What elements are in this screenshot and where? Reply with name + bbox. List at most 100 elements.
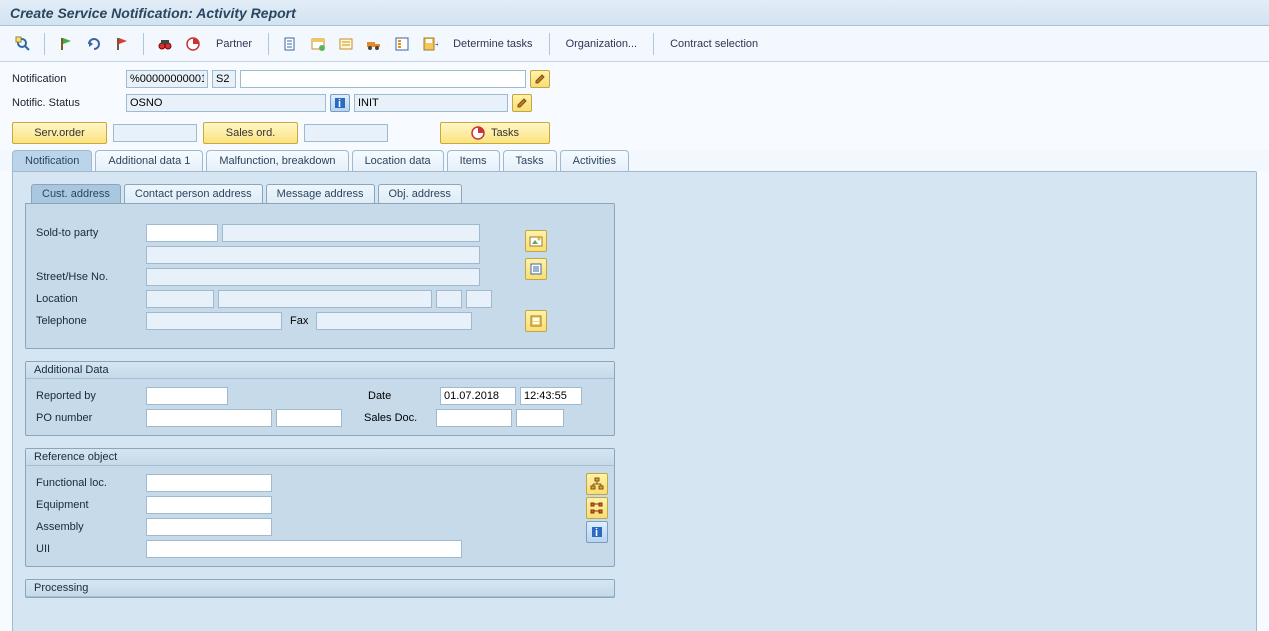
serv-order-button[interactable]: Serv.order: [12, 122, 107, 144]
flag-green-icon[interactable]: [55, 33, 77, 55]
info-blue-icon[interactable]: i: [586, 521, 608, 543]
svg-text:+: +: [435, 39, 438, 51]
processing-group: Processing: [25, 579, 615, 598]
funcloc-label: Functional loc.: [36, 477, 146, 489]
sales-ord-button[interactable]: Sales ord.: [203, 122, 298, 144]
po-number-field[interactable]: [146, 409, 272, 427]
reported-by-label: Reported by: [36, 390, 146, 402]
status-text-field: [354, 94, 508, 112]
separator: [268, 33, 269, 55]
separator: [44, 33, 45, 55]
truck-icon[interactable]: [363, 33, 385, 55]
hierarchy-icon[interactable]: [586, 473, 608, 495]
processing-title: Processing: [26, 580, 614, 597]
separator: [143, 33, 144, 55]
sales-doc-item-field[interactable]: [516, 409, 564, 427]
date-field[interactable]: [440, 387, 516, 405]
info-icon[interactable]: i: [330, 94, 350, 112]
inner-tab-obj[interactable]: Obj. address: [378, 184, 462, 203]
street-label: Street/Hse No.: [36, 271, 146, 283]
notification-number-field: [126, 70, 208, 88]
tab-activities[interactable]: Activities: [560, 150, 629, 171]
undo-icon[interactable]: [83, 33, 105, 55]
sold-to-label: Sold-to party: [36, 227, 146, 239]
sales-ord-field: [304, 124, 388, 142]
tab-tasks[interactable]: Tasks: [503, 150, 557, 171]
binoculars-icon[interactable]: [154, 33, 176, 55]
time-field[interactable]: [520, 387, 582, 405]
tab-additional-data-1[interactable]: Additional data 1: [95, 150, 203, 171]
structure-icon[interactable]: [586, 497, 608, 519]
notification-label: Notification: [12, 73, 122, 85]
sold-to-code-field[interactable]: [146, 224, 218, 242]
organization-button[interactable]: Organization...: [560, 36, 644, 52]
status-code-field: [126, 94, 326, 112]
po-number-label: PO number: [36, 412, 146, 424]
location-label: Location: [36, 293, 146, 305]
equipment-label: Equipment: [36, 499, 146, 511]
sold-to-line2-field: [146, 246, 480, 264]
search-icon[interactable]: [12, 33, 34, 55]
reference-object-title: Reference object: [26, 449, 614, 466]
fax-label: Fax: [282, 315, 316, 327]
location-postal-field: [146, 290, 214, 308]
additional-data-group: Additional Data Reported by Date PO numb…: [25, 361, 615, 436]
status-label: Notific. Status: [12, 97, 122, 109]
po-item-field[interactable]: [276, 409, 342, 427]
date-label: Date: [368, 390, 440, 402]
inner-tab-cust-address[interactable]: Cust. address: [31, 184, 121, 203]
reported-by-field[interactable]: [146, 387, 228, 405]
address-icon[interactable]: [525, 310, 547, 332]
tasks-button[interactable]: Tasks: [440, 122, 550, 144]
inner-tab-message[interactable]: Message address: [266, 184, 375, 203]
tab-location-data[interactable]: Location data: [352, 150, 444, 171]
tab-content-notification: Cust. address Contact person address Mes…: [12, 171, 1257, 631]
pie-chart-icon[interactable]: [182, 33, 204, 55]
telephone-label: Telephone: [36, 315, 146, 327]
uii-field[interactable]: [146, 540, 462, 558]
list-icon[interactable]: [391, 33, 413, 55]
tasks-icon: [471, 126, 485, 140]
sales-doc-label: Sales Doc.: [364, 412, 436, 424]
sales-doc-field[interactable]: [436, 409, 512, 427]
application-toolbar: Partner + Determine tasks Organization..…: [0, 26, 1269, 62]
fax-field: [316, 312, 472, 330]
text-lines-icon[interactable]: [525, 258, 547, 280]
location-country-field: [466, 290, 492, 308]
location-city-field: [218, 290, 432, 308]
contract-selection-button[interactable]: Contract selection: [664, 36, 764, 52]
inner-tab-contact[interactable]: Contact person address: [124, 184, 263, 203]
svg-text:i: i: [338, 98, 341, 109]
notification-description-field[interactable]: [240, 70, 526, 88]
flag-red-icon[interactable]: [111, 33, 133, 55]
tab-items[interactable]: Items: [447, 150, 500, 171]
svg-text:i: i: [595, 527, 598, 538]
tab-notification[interactable]: Notification: [12, 150, 92, 171]
location-region-field: [436, 290, 462, 308]
street-field: [146, 268, 480, 286]
equipment-field[interactable]: [146, 496, 272, 514]
assembly-label: Assembly: [36, 521, 146, 533]
log-icon[interactable]: [335, 33, 357, 55]
funcloc-field[interactable]: [146, 474, 272, 492]
planner-icon[interactable]: [307, 33, 329, 55]
tab-malfunction[interactable]: Malfunction, breakdown: [206, 150, 348, 171]
determine-tasks-button[interactable]: Determine tasks: [447, 36, 538, 52]
reference-object-group: Reference object Functional loc. Equipme…: [25, 448, 615, 567]
uii-label: UII: [36, 543, 146, 555]
notification-type-field: [212, 70, 236, 88]
inner-tabstrip: Cust. address Contact person address Mes…: [25, 184, 1244, 203]
image-icon[interactable]: [525, 230, 547, 252]
separator: [549, 33, 550, 55]
edit-status-icon[interactable]: [512, 94, 532, 112]
serv-order-field: [113, 124, 197, 142]
additional-data-title: Additional Data: [26, 362, 614, 379]
separator: [653, 33, 654, 55]
document-icon[interactable]: [279, 33, 301, 55]
partner-button[interactable]: Partner: [210, 36, 258, 52]
save-plus-icon[interactable]: +: [419, 33, 441, 55]
assembly-field[interactable]: [146, 518, 272, 536]
sold-to-name-field: [222, 224, 480, 242]
telephone-field: [146, 312, 282, 330]
edit-icon[interactable]: [530, 70, 550, 88]
